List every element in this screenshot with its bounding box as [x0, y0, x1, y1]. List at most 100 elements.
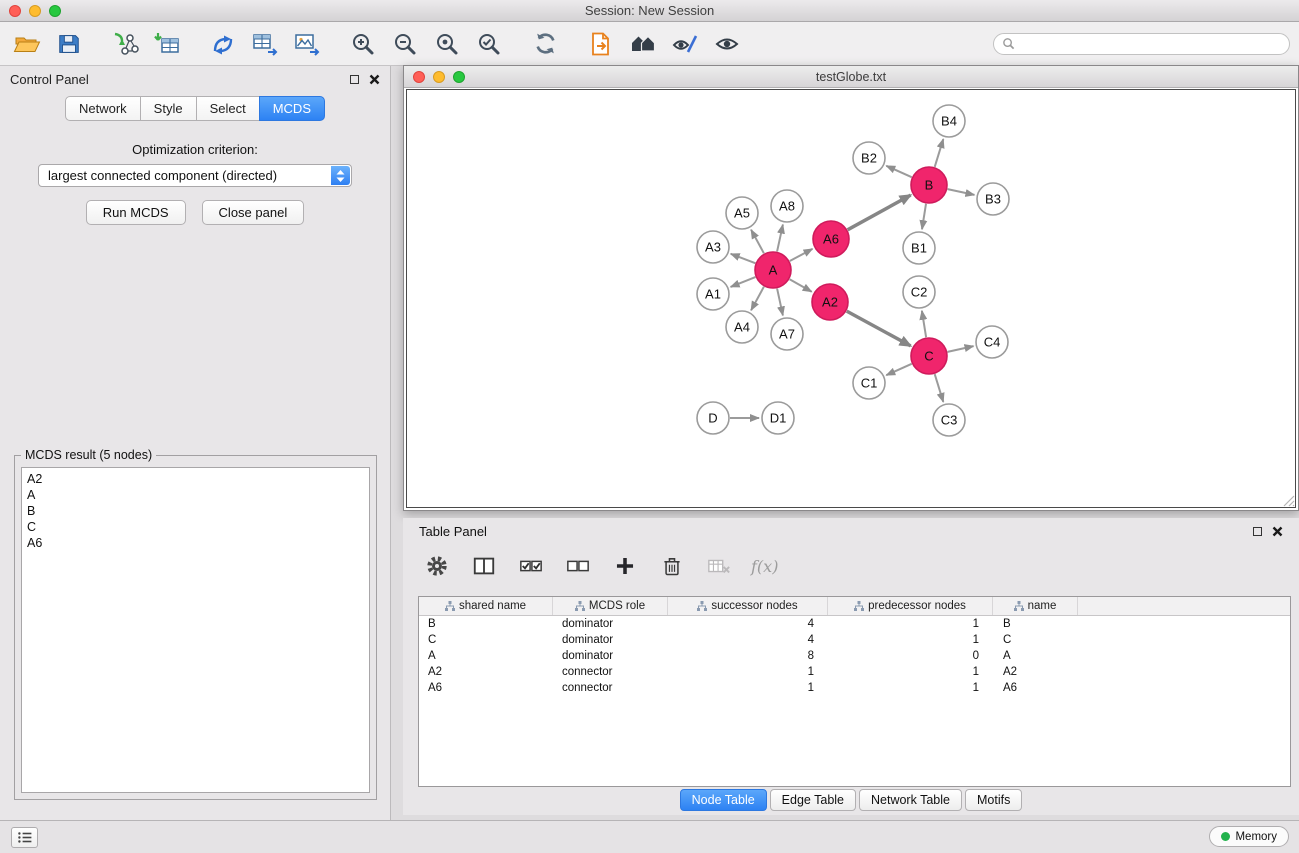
- table-row[interactable]: Adominator80A: [419, 648, 1290, 664]
- table-cell[interactable]: 1: [668, 680, 828, 696]
- table-cell[interactable]: dominator: [553, 632, 668, 648]
- graph-edge[interactable]: [751, 287, 764, 311]
- graph-node[interactable]: B2: [853, 142, 885, 174]
- tab-node-table[interactable]: Node Table: [680, 789, 767, 811]
- table-cell[interactable]: A: [419, 648, 553, 664]
- graph-node[interactable]: C2: [903, 276, 935, 308]
- eye-button[interactable]: [712, 29, 742, 59]
- close-window-button[interactable]: [9, 5, 21, 17]
- graph-edge[interactable]: [948, 346, 974, 352]
- network-close-button[interactable]: [413, 71, 425, 83]
- home-button[interactable]: [628, 29, 658, 59]
- graph-edge[interactable]: [777, 289, 783, 316]
- close-panel-icon[interactable]: [369, 74, 380, 85]
- import-network-button[interactable]: [110, 29, 140, 59]
- graph-node[interactable]: D: [697, 402, 729, 434]
- graph-node[interactable]: A: [755, 252, 791, 288]
- search-input[interactable]: [1020, 37, 1281, 51]
- graph-node[interactable]: A7: [771, 318, 803, 350]
- tab-network[interactable]: Network: [65, 96, 141, 121]
- graph-edge[interactable]: [751, 230, 764, 254]
- graph-node[interactable]: C4: [976, 326, 1008, 358]
- graph-edge[interactable]: [731, 277, 756, 287]
- document-export-button[interactable]: [586, 29, 616, 59]
- graph-edge[interactable]: [848, 195, 911, 230]
- column-header[interactable]: MCDS role: [553, 597, 668, 615]
- graph-node[interactable]: B3: [977, 183, 1009, 215]
- show-panel-button[interactable]: [11, 827, 38, 848]
- column-header[interactable]: successor nodes: [668, 597, 828, 615]
- table-close-panel-icon[interactable]: [1272, 526, 1283, 537]
- eye-edit-button[interactable]: [670, 29, 700, 59]
- add-row-button[interactable]: [610, 551, 640, 581]
- network-zoom-button[interactable]: [453, 71, 465, 83]
- graph-edge[interactable]: [948, 189, 975, 195]
- table-cell[interactable]: 1: [828, 664, 993, 680]
- graph-node[interactable]: A4: [726, 311, 758, 343]
- graph-node[interactable]: B1: [903, 232, 935, 264]
- select-all-button[interactable]: [516, 551, 546, 581]
- zoom-window-button[interactable]: [49, 5, 61, 17]
- graph-edge[interactable]: [847, 311, 911, 346]
- zoom-fit-button[interactable]: [432, 29, 462, 59]
- mcds-result-list[interactable]: A2ABCA6: [21, 467, 370, 793]
- run-mcds-button[interactable]: Run MCDS: [86, 200, 186, 225]
- tab-motifs[interactable]: Motifs: [965, 789, 1022, 811]
- tab-edge-table[interactable]: Edge Table: [770, 789, 856, 811]
- column-header[interactable]: predecessor nodes: [828, 597, 993, 615]
- zoom-selected-button[interactable]: [474, 29, 504, 59]
- zoom-out-button[interactable]: [390, 29, 420, 59]
- graph-node[interactable]: C: [911, 338, 947, 374]
- search-box[interactable]: [993, 33, 1290, 55]
- tab-network-table[interactable]: Network Table: [859, 789, 962, 811]
- table-cell[interactable]: 1: [828, 616, 993, 632]
- minimize-window-button[interactable]: [29, 5, 41, 17]
- show-columns-button[interactable]: [469, 551, 499, 581]
- float-panel-icon[interactable]: [350, 75, 359, 84]
- table-cell[interactable]: 4: [668, 616, 828, 632]
- table-cell[interactable]: 1: [668, 664, 828, 680]
- result-item[interactable]: A6: [27, 535, 364, 551]
- table-cell[interactable]: connector: [553, 664, 668, 680]
- graph-node[interactable]: A8: [771, 190, 803, 222]
- criterion-dropdown[interactable]: largest connected component (directed): [38, 164, 352, 187]
- graph-node[interactable]: C3: [933, 404, 965, 436]
- table-cell[interactable]: A: [993, 648, 1078, 664]
- network-minimize-button[interactable]: [433, 71, 445, 83]
- graph-edge[interactable]: [935, 139, 944, 167]
- table-row[interactable]: A6connector11A6: [419, 680, 1290, 696]
- table-cell[interactable]: 8: [668, 648, 828, 664]
- result-item[interactable]: B: [27, 503, 364, 519]
- table-cell[interactable]: A6: [993, 680, 1078, 696]
- function-builder-button[interactable]: f(x): [751, 557, 778, 576]
- table-float-panel-icon[interactable]: [1253, 527, 1262, 536]
- graph-node[interactable]: A1: [697, 278, 729, 310]
- table-cell[interactable]: A2: [419, 664, 553, 680]
- graph-node[interactable]: A3: [697, 231, 729, 263]
- close-panel-button[interactable]: Close panel: [202, 200, 305, 225]
- table-cell[interactable]: C: [419, 632, 553, 648]
- graph-edge[interactable]: [935, 374, 944, 402]
- tab-style[interactable]: Style: [140, 96, 197, 121]
- result-item[interactable]: A2: [27, 471, 364, 487]
- table-row[interactable]: A2connector11A2: [419, 664, 1290, 680]
- table-cell[interactable]: 1: [828, 680, 993, 696]
- graph-node[interactable]: B4: [933, 105, 965, 137]
- table-cell[interactable]: dominator: [553, 616, 668, 632]
- graph-edge[interactable]: [922, 204, 926, 229]
- graph-node[interactable]: A6: [813, 221, 849, 257]
- result-item[interactable]: A: [27, 487, 364, 503]
- table-row[interactable]: Cdominator41C: [419, 632, 1290, 648]
- resize-grip-icon[interactable]: [1281, 493, 1295, 507]
- table-row[interactable]: Bdominator41B: [419, 616, 1290, 632]
- graph-edge[interactable]: [886, 166, 911, 177]
- delete-row-button[interactable]: [657, 551, 687, 581]
- table-cell[interactable]: A2: [993, 664, 1078, 680]
- graph-node[interactable]: C1: [853, 367, 885, 399]
- table-cell[interactable]: B: [419, 616, 553, 632]
- delete-table-button[interactable]: [704, 551, 734, 581]
- table-settings-button[interactable]: [422, 551, 452, 581]
- table-cell[interactable]: 1: [828, 632, 993, 648]
- tab-select[interactable]: Select: [196, 96, 260, 121]
- graph-edge[interactable]: [922, 311, 926, 337]
